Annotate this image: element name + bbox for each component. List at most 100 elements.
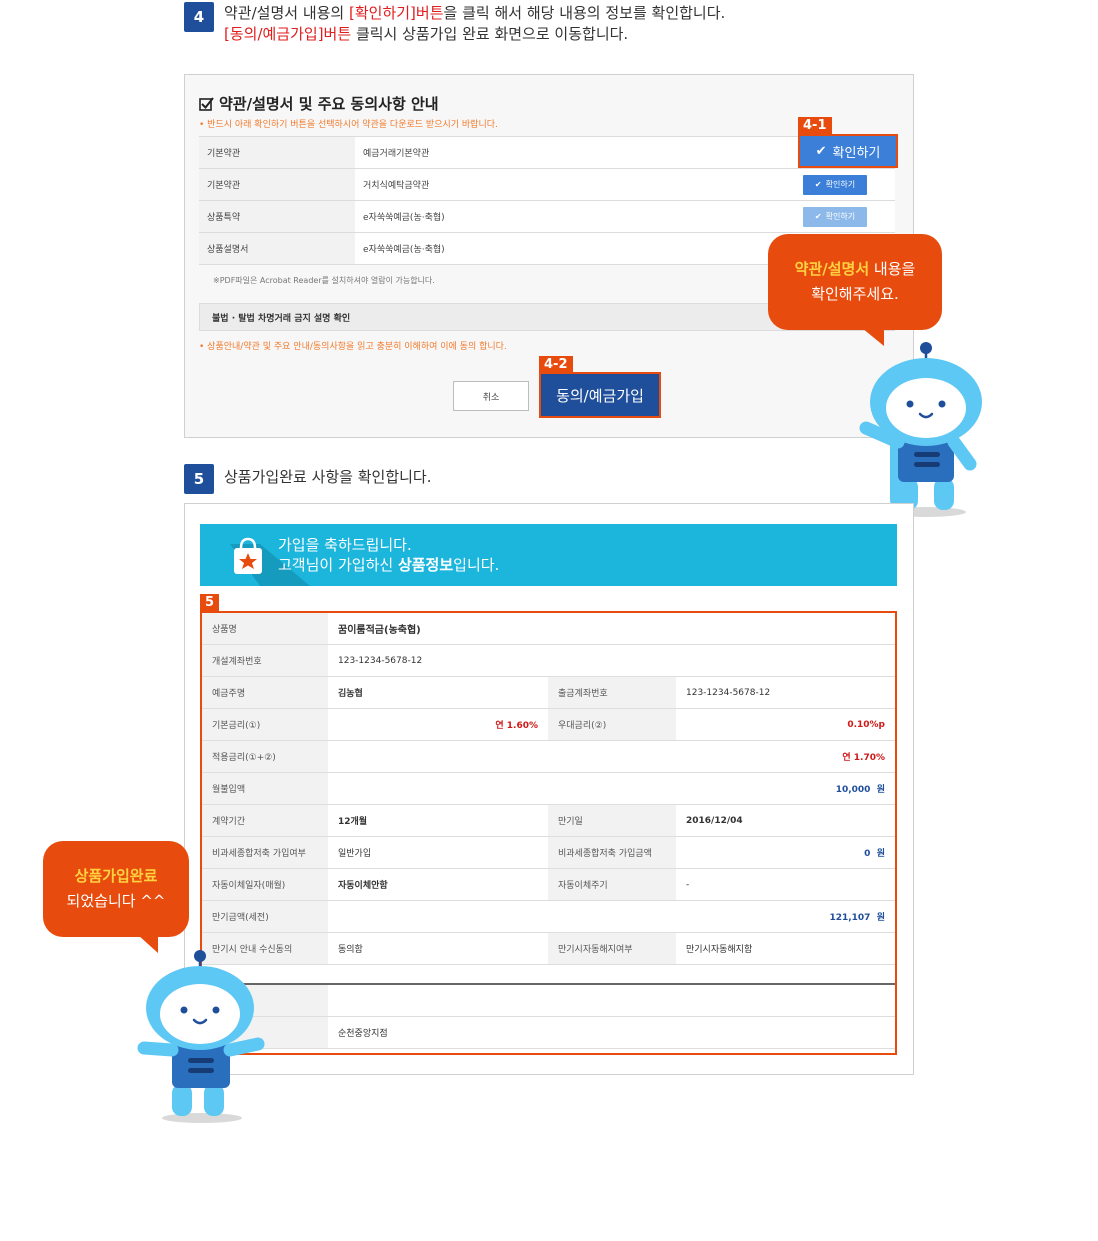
checkbox-icon [199, 96, 214, 111]
illegal-trade-title: 불법 · 탈법 차명거래 금지 설명 확인 [212, 314, 351, 324]
cell-value: 2016/12/04 [676, 804, 895, 837]
confirm-button-label: 확인하기 [825, 180, 856, 189]
confirm-button-highlighted[interactable]: ✔ 확인하기 [798, 134, 898, 168]
cell-value: 꿈이룸적금(농축협) [328, 613, 895, 645]
amount: 10,000 [835, 785, 871, 795]
bubble-highlight: 상품가입완료 [74, 867, 158, 885]
table-row: 월불입액 10,000 원 [202, 772, 895, 805]
terms-title-text: 약관/설명서 및 주요 동의사항 안내 [219, 95, 439, 113]
cell-label: 만기시자동해지여부 [548, 932, 676, 965]
cell-value: 123-1234-5678-12 [676, 676, 895, 709]
terms-row-action: ✔ 확인하기 [779, 168, 895, 201]
tag-4-1: 4-1 [798, 117, 832, 135]
table-row: 상품명 꿈이룸적금(농축협) [202, 613, 895, 645]
table-row: 비과세종합저축 가입여부 일반가입 비과세종합저축 가입금액 0 원 [202, 836, 895, 869]
terms-row-value: 거치식예탁금약관 [355, 168, 779, 201]
cell-value: - [676, 868, 895, 901]
robot-mascot-icon [137, 950, 265, 1123]
terms-row-value: e자쑥쑥예금(농·축협) [355, 200, 779, 233]
cell-label: 개설계좌번호 [202, 644, 328, 677]
result-table: 상품명 꿈이룸적금(농축협) 개설계좌번호 123-1234-5678-12 예… [202, 613, 895, 1049]
divider [202, 964, 895, 985]
terms-row: 상품특약 e자쑥쑥예금(농·축협) ✔ 확인하기 [199, 200, 895, 233]
cell-label: 자동이체주기 [548, 868, 676, 901]
cell-label: 만기일 [548, 804, 676, 837]
step-4-line-2: [동의/예금가입]버튼 클릭시 상품가입 완료 화면으로 이동합니다. [224, 23, 628, 45]
step-4-line-1: 약관/설명서 내용의 [확인하기]버튼을 클릭 해서 해당 내용의 정보를 확인… [224, 2, 725, 24]
cell-label: 출금계좌번호 [548, 676, 676, 709]
cell-value: 동의함 [328, 932, 548, 965]
terms-note: • 반드시 아래 확인하기 버튼을 선택하시어 약관을 다운로드 받으시기 바랍… [199, 120, 498, 130]
agree-note: • 상품안내/약관 및 주요 안내/동의사항을 읽고 충분히 이해하여 이에 동… [199, 342, 507, 352]
amount: 121,107 [829, 913, 871, 923]
cell-value: 연 1.60% [328, 708, 548, 741]
table-row [202, 984, 895, 1017]
step-4-text-2: 클릭시 상품가입 완료 화면으로 이동합니다. [351, 25, 629, 43]
bubble-line-2: 확인해주세요. [811, 285, 899, 303]
terms-row-label: 상품설명서 [199, 232, 355, 265]
check-icon: ✔ [814, 212, 822, 221]
cell-label: 우대금리(②) [548, 708, 676, 741]
confirm-button-label: 확인하기 [832, 145, 881, 161]
bubble-text: 내용을 [869, 260, 916, 278]
step-5-badge: 5 [184, 464, 214, 494]
cell-value: 12개월 [328, 804, 548, 837]
table-row: 기본금리(①) 연 1.60% 우대금리(②) 0.10%p [202, 708, 895, 741]
banner-text: 고객님이 가입하신 [278, 556, 398, 574]
table-row: 개설계좌번호 123-1234-5678-12 [202, 644, 895, 677]
cell-value: 123-1234-5678-12 [328, 644, 895, 677]
cell-label: 자동이체일자(매월) [202, 868, 328, 901]
step-5-text: 상품가입완료 사항을 확인합니다. [224, 468, 432, 486]
table-row: 만기시 안내 수신동의 동의함 만기시자동해지여부 만기시자동해지함 [202, 932, 895, 965]
cell-value: 연 1.70% [328, 740, 895, 773]
banner-bold: 상품정보 [397, 556, 454, 574]
terms-row-label: 상품특약 [199, 200, 355, 233]
banner-text-end: 입니다. [453, 556, 500, 574]
check-icon: ✔ [815, 143, 827, 159]
bubble-text: 되었습니다 ^^ [66, 892, 166, 910]
bubble-line-1: 약관/설명서 내용을 [768, 257, 942, 282]
unit: 원 [876, 785, 885, 795]
banner-line-1: 가입을 축하드립니다. [278, 536, 412, 554]
robot-mascot-icon [859, 342, 982, 517]
unit: 원 [876, 913, 885, 923]
confirm-button[interactable]: ✔ 확인하기 [803, 174, 867, 195]
confirm-button-label: 확인하기 [825, 212, 856, 221]
cell-value: 121,107 원 [328, 900, 895, 933]
step-4-text: 약관/설명서 내용의 [224, 4, 349, 22]
cell-label: 상품명 [202, 613, 328, 645]
cell-value: 0.10%p [676, 708, 895, 741]
terms-row-label: 기본약관 [199, 136, 355, 169]
congrats-banner: 가입을 축하드립니다. 고객님이 가입하신 상품정보입니다. [200, 524, 897, 586]
banner-line-2: 고객님이 가입하신 상품정보입니다. [278, 554, 499, 575]
table-spacer [202, 964, 895, 985]
cell-value: 0 원 [676, 836, 895, 869]
step-4-highlight-2: [동의/예금가입]버튼 [224, 25, 352, 43]
table-row: 순천중앙지점 [202, 1016, 895, 1049]
cell-value: 만기시자동해지함 [676, 932, 895, 965]
cell-label: 비과세종합저축 가입여부 [202, 836, 328, 869]
terms-row-action: ✔ 확인하기 [779, 200, 895, 233]
cell-label: 비과세종합저축 가입금액 [548, 836, 676, 869]
confirm-button[interactable]: ✔ 확인하기 [803, 206, 867, 227]
table-row: 만기금액(세전) 121,107 원 [202, 900, 895, 933]
cell-label: 예금주명 [202, 676, 328, 709]
cell-label: 월불입액 [202, 772, 328, 805]
table-row: 자동이체일자(매월) 자동이체안함 자동이체주기 - [202, 868, 895, 901]
table-row: 계약기간 12개월 만기일 2016/12/04 [202, 804, 895, 837]
unit: 원 [876, 849, 885, 859]
cancel-button[interactable]: 취소 [453, 381, 529, 411]
cell-label: 계약기간 [202, 804, 328, 837]
step-4-text-cont: 을 클릭 해서 해당 내용의 정보를 확인합니다. [443, 4, 726, 22]
cell-value: 10,000 원 [328, 772, 895, 805]
table-row: 예금주명 김농협 출금계좌번호 123-1234-5678-12 [202, 676, 895, 709]
tag-5: 5 [200, 594, 220, 612]
terms-row-label: 기본약관 [199, 168, 355, 201]
cell-value [328, 984, 895, 1017]
cell-value: 자동이체안함 [328, 868, 548, 901]
cell-value: 김농협 [328, 676, 548, 709]
terms-title: 약관/설명서 및 주요 동의사항 안내 [199, 93, 439, 114]
step-4-badge: 4 [184, 2, 214, 32]
table-row: 적용금리(①+②) 연 1.70% [202, 740, 895, 773]
agree-join-button[interactable]: 동의/예금가입 [539, 372, 661, 418]
